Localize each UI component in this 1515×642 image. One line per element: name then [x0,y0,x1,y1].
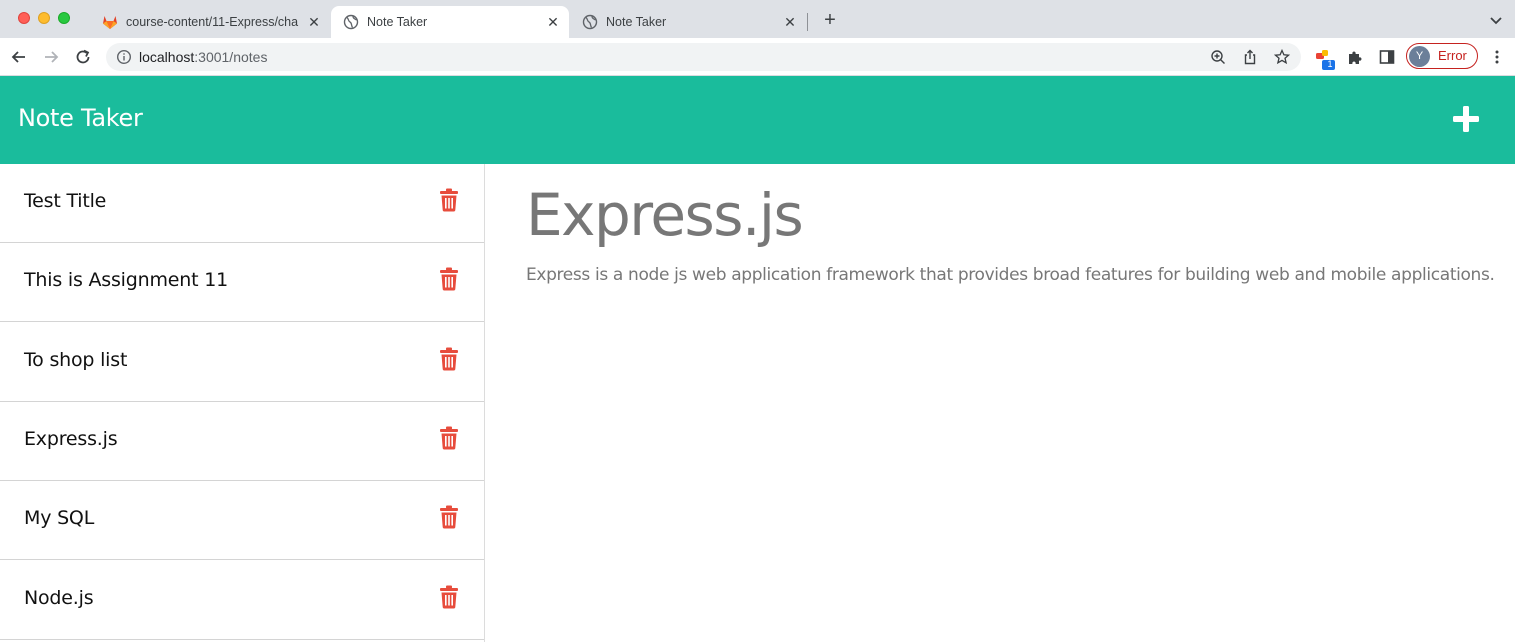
note-list-title: My SQL [24,507,95,529]
list-item[interactable]: Express.js [0,402,484,481]
tab-separator [807,13,808,31]
list-item[interactable]: This is Assignment 11 [0,243,484,322]
bookmark-star-icon[interactable] [1274,49,1290,65]
list-item[interactable]: To shop list [0,323,484,402]
trash-icon[interactable] [439,347,459,371]
note-list-title: Test Title [24,190,107,212]
tab-title: course-content/11-Express/cha [126,15,299,29]
browser-tab-note-taker-active[interactable]: Note Taker ✕ [331,6,569,38]
share-icon[interactable] [1242,49,1258,65]
list-item[interactable]: Node.js [0,561,484,640]
address-bar[interactable]: localhost:3001/notes [106,43,1301,71]
close-tab-icon[interactable]: ✕ [545,14,561,31]
globe-icon [582,14,598,30]
avatar: Y [1409,46,1430,67]
url-text: localhost:3001/notes [139,49,267,65]
list-item[interactable]: My SQL [0,481,484,560]
reload-icon[interactable] [73,47,93,67]
app-title[interactable]: Note Taker [18,104,143,132]
close-tab-icon[interactable]: ✕ [306,14,322,31]
profile-error-label: Error [1438,48,1467,63]
note-text-field[interactable]: Express is a node js web application fra… [526,265,1495,285]
gitlab-icon [103,16,117,29]
trash-icon[interactable] [439,188,459,212]
note-list: Test Title This is Assignment 11 To shop… [0,164,485,642]
tab-title: Note Taker [367,15,428,29]
trash-icon[interactable] [439,426,459,450]
tab-title: Note Taker [606,15,667,29]
note-list-title: This is Assignment 11 [24,269,228,291]
note-view: Express.js Express is a node js web appl… [486,164,1515,642]
profile-button[interactable]: Y Error [1406,43,1478,69]
back-arrow-icon[interactable] [9,47,29,67]
trash-icon[interactable] [439,505,459,529]
side-panel-icon[interactable] [1379,49,1395,65]
extension-button[interactable]: 1 [1314,48,1336,70]
browser-tab-gitlab[interactable]: course-content/11-Express/cha ✕ [90,6,330,38]
browser-tab-note-taker[interactable]: Note Taker ✕ [570,6,806,38]
site-info-icon[interactable] [116,49,132,65]
note-title-field[interactable]: Express.js [526,181,804,249]
extension-badge: 1 [1327,59,1333,69]
trash-icon[interactable] [439,267,459,291]
url-host: localhost [139,49,195,65]
trash-icon[interactable] [439,585,459,609]
window-maximize-button[interactable] [58,12,70,24]
globe-icon [343,14,359,30]
extensions-puzzle-icon[interactable] [1347,49,1363,65]
forward-arrow-icon[interactable] [41,47,61,67]
url-path: :3001/notes [194,49,268,65]
browser-tab-bar: course-content/11-Express/cha ✕ Note Tak… [0,0,1515,38]
note-list-title: To shop list [24,349,128,371]
new-tab-button[interactable]: + [820,10,840,30]
zoom-icon[interactable] [1210,49,1226,65]
window-close-button[interactable] [18,12,30,24]
more-menu-icon[interactable] [1490,49,1504,65]
window-minimize-button[interactable] [38,12,50,24]
list-item[interactable]: Test Title [0,164,484,243]
note-list-title: Express.js [24,428,118,450]
add-note-icon[interactable] [1451,104,1481,134]
browser-toolbar: localhost:3001/notes 1 Y Error [0,38,1515,76]
note-list-title: Node.js [24,587,94,609]
close-tab-icon[interactable]: ✕ [782,14,798,31]
tab-search-chevron-icon[interactable] [1488,12,1504,28]
app-header: Note Taker [0,76,1515,164]
